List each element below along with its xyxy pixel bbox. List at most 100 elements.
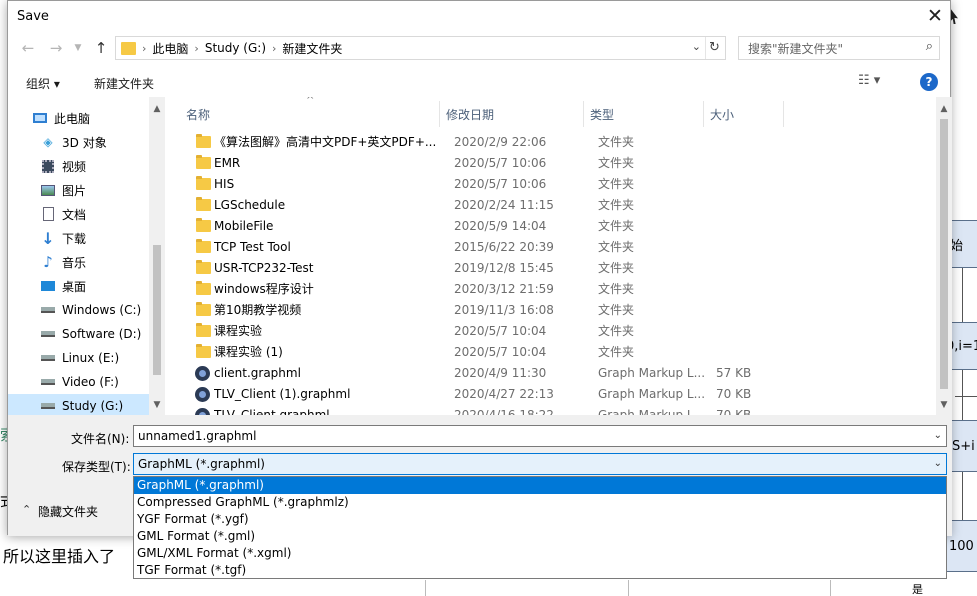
command-bar: 组织 ▾ 新建文件夹 ☷ ▾ ?: [8, 67, 950, 97]
sidebar-item-pictures[interactable]: 图片: [8, 178, 149, 202]
file-date: 2020/4/27 22:13: [454, 387, 554, 401]
scroll-down-icon[interactable]: ▼: [149, 397, 165, 413]
sidebar-item-3d-objects[interactable]: ◈ 3D 对象: [8, 130, 149, 154]
sidebar-item-drive-g[interactable]: Study (G:): [8, 394, 149, 415]
file-name: USR-TCP232-Test: [214, 261, 314, 275]
file-type: 文件夹: [598, 261, 635, 275]
computer-icon: [32, 110, 48, 126]
new-folder-button[interactable]: 新建文件夹: [94, 75, 154, 92]
collapse-icon[interactable]: ⌃: [22, 503, 31, 516]
savetype-option[interactable]: GML Format (*.gml): [134, 528, 946, 545]
savetype-option[interactable]: TGF Format (*.tgf): [134, 562, 946, 579]
file-row[interactable]: HIS 2020/5/7 10:06 文件夹: [186, 174, 936, 195]
file-row[interactable]: 课程实验 (1) 2020/5/7 10:04 文件夹: [186, 342, 936, 363]
bg-connector: [962, 370, 963, 420]
forward-button[interactable]: →: [46, 38, 66, 58]
picture-icon: [40, 182, 56, 198]
sidebar-item-drive-d[interactable]: Software (D:): [8, 322, 149, 346]
bg-divider: [628, 580, 629, 596]
organize-button[interactable]: 组织 ▾: [26, 75, 60, 92]
savetype-option[interactable]: Compressed GraphML (*.graphmlz): [134, 494, 946, 511]
view-options-icon[interactable]: ☷ ▾: [858, 73, 880, 88]
chevron-down-icon[interactable]: ⌄: [934, 426, 942, 446]
file-row[interactable]: USR-TCP232-Test 2019/12/8 15:45 文件夹: [186, 258, 936, 279]
bg-connector: [955, 396, 977, 397]
sidebar-item-documents[interactable]: 文档: [8, 202, 149, 226]
address-bar[interactable]: › 此电脑 › Study (G:) › 新建文件夹 ⌄ ↻: [115, 36, 726, 60]
recent-locations-button[interactable]: ▼: [68, 38, 88, 58]
filename-input[interactable]: unnamed1.graphml ⌄: [133, 425, 947, 447]
sidebar-item-label: Linux (E:): [62, 351, 120, 365]
savetype-option[interactable]: YGF Format (*.ygf): [134, 511, 946, 528]
video-icon: [40, 158, 56, 174]
file-date: 2020/2/24 11:15: [454, 198, 554, 212]
file-name: HIS: [214, 177, 235, 191]
file-row[interactable]: MobileFile 2020/5/9 14:04 文件夹: [186, 216, 936, 237]
file-row[interactable]: client.graphml 2020/4/9 11:30 Graph Markup…: [186, 363, 936, 384]
file-row[interactable]: TLV_Client (1).graphml 2020/4/27 22:13 Gra…: [186, 384, 936, 405]
column-header-label: 类型: [590, 107, 615, 122]
bg-connector: [962, 472, 963, 520]
sidebar-item-music[interactable]: ♪ 音乐: [8, 250, 149, 274]
sidebar-item-downloads[interactable]: ↓ 下载: [8, 226, 149, 250]
file-size: [716, 300, 786, 321]
bg-divider: [425, 580, 426, 596]
file-size: [716, 279, 786, 300]
column-header-type[interactable]: 类型: [584, 101, 704, 127]
file-row[interactable]: LGSchedule 2020/2/24 11:15 文件夹: [186, 195, 936, 216]
file-list-scrollbar[interactable]: ▲ ▼: [936, 97, 952, 415]
sidebar-scrollbar[interactable]: ▲ ▼: [149, 97, 165, 415]
file-row[interactable]: TLV_Client.graphml 2020/4/16 18:22 Graph M…: [186, 405, 936, 415]
file-date: 2020/2/9 22:06: [454, 135, 547, 149]
file-row[interactable]: 课程实验 2020/5/7 10:04 文件夹: [186, 321, 936, 342]
folder-icon: [196, 197, 211, 211]
dialog-title: Save: [17, 9, 49, 24]
file-name: LGSchedule: [214, 198, 286, 212]
file-type: 文件夹: [598, 345, 635, 359]
back-button[interactable]: ←: [18, 38, 38, 58]
savetype-option[interactable]: GML/XML Format (*.xgml): [134, 545, 946, 562]
breadcrumb-pc[interactable]: 此电脑: [146, 40, 194, 57]
search-input[interactable]: 搜索"新建文件夹" ⌕: [738, 36, 940, 60]
file-type: Graph Markup L...: [598, 387, 706, 401]
column-header-date[interactable]: 修改日期: [440, 101, 584, 127]
folder-icon: [196, 155, 211, 169]
column-header-size[interactable]: 大小: [704, 101, 784, 127]
file-list-scroll-thumb[interactable]: [940, 119, 948, 389]
scroll-up-icon[interactable]: ▲: [149, 101, 165, 117]
sidebar-item-drive-f[interactable]: Video (F:): [8, 370, 149, 394]
file-date: 2020/5/7 10:04: [454, 345, 547, 359]
breadcrumb-folder[interactable]: 新建文件夹: [276, 40, 348, 57]
sidebar-item-desktop[interactable]: 桌面: [8, 274, 149, 298]
close-button[interactable]: ✕: [922, 3, 948, 29]
chevron-down-icon[interactable]: ⌄: [934, 454, 942, 474]
refresh-icon[interactable]: ↻: [705, 37, 723, 59]
up-button[interactable]: ↑: [91, 38, 111, 58]
scroll-down-icon[interactable]: ▼: [936, 397, 952, 413]
hide-folders-button[interactable]: 隐藏文件夹: [38, 503, 98, 520]
title-bar: Save ✕: [8, 1, 950, 33]
savetype-select[interactable]: GraphML (*.graphml) ⌄: [133, 453, 947, 475]
sidebar-item-drive-e[interactable]: Linux (E:): [8, 346, 149, 370]
sidebar-item-drive-c[interactable]: Windows (C:): [8, 298, 149, 322]
help-icon[interactable]: ?: [920, 73, 938, 91]
file-date: 2020/5/7 10:06: [454, 177, 547, 191]
file-row[interactable]: TCP Test Tool 2015/6/22 20:39 文件夹: [186, 237, 936, 258]
sidebar-item-this-pc[interactable]: 此电脑: [8, 106, 149, 130]
column-header-label: 名称: [186, 107, 211, 122]
savetype-option[interactable]: GraphML (*.graphml): [134, 477, 946, 494]
file-name: 《算法图解》高清中文PDF+英文PDF+...: [214, 135, 437, 149]
file-row[interactable]: 第10期教学视频 2019/11/3 16:08 文件夹: [186, 300, 936, 321]
file-date: 2020/4/9 11:30: [454, 366, 547, 380]
savetype-dropdown-list: GraphML (*.graphml) Compressed GraphML (…: [133, 476, 947, 579]
file-row[interactable]: windows程序设计 2020/3/12 21:59 文件夹: [186, 279, 936, 300]
sidebar-scroll-thumb[interactable]: [153, 245, 161, 375]
file-row[interactable]: 《算法图解》高清中文PDF+英文PDF+... 2020/2/9 22:06 文件夹: [186, 132, 936, 153]
address-history-icon[interactable]: ⌄: [692, 40, 701, 53]
breadcrumb-drive[interactable]: Study (G:): [199, 41, 272, 55]
file-type: 文件夹: [598, 156, 635, 170]
arrow-up-icon: ↑: [94, 39, 108, 57]
sidebar-item-videos[interactable]: 视频: [8, 154, 149, 178]
scroll-up-icon[interactable]: ▲: [936, 101, 952, 117]
file-row[interactable]: EMR 2020/5/7 10:06 文件夹: [186, 153, 936, 174]
